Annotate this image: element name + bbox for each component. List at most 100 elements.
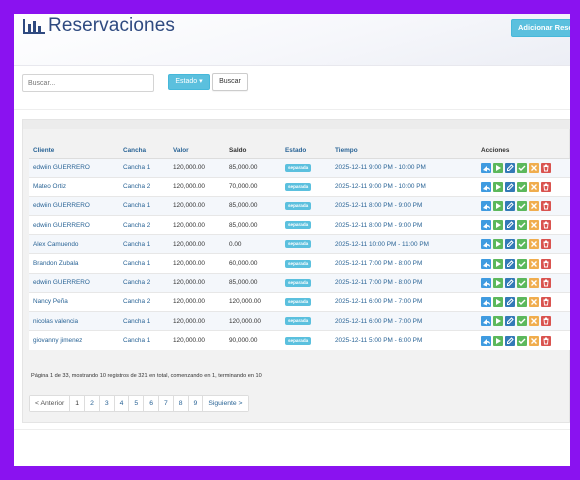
share-action-button[interactable] — [481, 296, 491, 307]
close-action-button[interactable] — [529, 335, 539, 346]
pagination-page-8[interactable]: 8 — [172, 396, 188, 411]
client-name-link[interactable]: edwiin GUERRERO — [29, 215, 119, 235]
check-action-button[interactable] — [517, 239, 527, 250]
client-name-link[interactable]: nicolas valencia — [29, 310, 119, 331]
column-header-cancha[interactable]: Cancha — [119, 143, 169, 159]
play-action-button[interactable] — [493, 239, 503, 250]
trash-action-button[interactable] — [541, 239, 551, 250]
court-link[interactable]: Cancha 1 — [119, 195, 169, 216]
client-name-link[interactable]: Alex Camuendo — [29, 234, 119, 254]
close-action-button[interactable] — [529, 220, 539, 231]
client-name-link[interactable]: Nancy Peña — [29, 291, 119, 312]
court-link[interactable]: Cancha 2 — [119, 215, 169, 235]
share-action-button[interactable] — [481, 162, 491, 173]
play-action-button[interactable] — [493, 296, 503, 307]
pagination-page-4[interactable]: 4 — [113, 396, 129, 411]
trash-action-button[interactable] — [541, 258, 551, 269]
close-action-button[interactable] — [529, 200, 539, 211]
check-action-button[interactable] — [517, 200, 527, 211]
client-name-link[interactable]: giovanny jimenez — [29, 330, 119, 350]
court-link[interactable]: Cancha 1 — [119, 157, 169, 178]
time-link[interactable]: 2025-12-11 10:00 PM - 11:00 PM — [331, 234, 477, 254]
play-action-button[interactable] — [493, 200, 503, 211]
search-input[interactable] — [22, 74, 154, 92]
trash-action-button[interactable] — [541, 316, 551, 327]
trash-action-button[interactable] — [541, 200, 551, 211]
share-action-button[interactable] — [481, 258, 491, 269]
time-link[interactable]: 2025-12-11 7:00 PM - 8:00 PM — [331, 272, 477, 293]
edit-action-button[interactable] — [505, 181, 515, 192]
trash-action-button[interactable] — [541, 296, 551, 307]
edit-action-button[interactable] — [505, 200, 515, 211]
estado-filter-button[interactable]: Estado ▾ — [168, 74, 210, 90]
edit-action-button[interactable] — [505, 239, 515, 250]
close-action-button[interactable] — [529, 239, 539, 250]
check-action-button[interactable] — [517, 162, 527, 173]
share-action-button[interactable] — [481, 181, 491, 192]
search-button[interactable]: Buscar — [212, 73, 248, 91]
client-name-link[interactable]: Mateo Ortiz — [29, 176, 119, 197]
pagination-page-9[interactable]: 9 — [187, 396, 203, 411]
edit-action-button[interactable] — [505, 335, 515, 346]
close-action-button[interactable] — [529, 296, 539, 307]
trash-action-button[interactable] — [541, 277, 551, 288]
court-link[interactable]: Cancha 1 — [119, 310, 169, 331]
pagination-prev[interactable]: < Anterior — [30, 396, 70, 411]
pagination-next[interactable]: Siguiente > — [202, 396, 248, 411]
edit-action-button[interactable] — [505, 277, 515, 288]
check-action-button[interactable] — [517, 220, 527, 231]
trash-action-button[interactable] — [541, 220, 551, 231]
check-action-button[interactable] — [517, 258, 527, 269]
client-name-link[interactable]: edwiin GUERRERO — [29, 272, 119, 293]
close-action-button[interactable] — [529, 277, 539, 288]
play-action-button[interactable] — [493, 258, 503, 269]
play-action-button[interactable] — [493, 335, 503, 346]
check-action-button[interactable] — [517, 316, 527, 327]
client-name-link[interactable]: edwiin GUERRERO — [29, 195, 119, 216]
time-link[interactable]: 2025-12-11 9:00 PM - 10:00 PM — [331, 157, 477, 178]
court-link[interactable]: Cancha 1 — [119, 253, 169, 274]
time-link[interactable]: 2025-12-11 6:00 PM - 7:00 PM — [331, 291, 477, 312]
share-action-button[interactable] — [481, 220, 491, 231]
check-action-button[interactable] — [517, 277, 527, 288]
pagination-page-2[interactable]: 2 — [84, 396, 99, 411]
court-link[interactable]: Cancha 1 — [119, 330, 169, 350]
court-link[interactable]: Cancha 2 — [119, 176, 169, 197]
close-action-button[interactable] — [529, 181, 539, 192]
edit-action-button[interactable] — [505, 220, 515, 231]
close-action-button[interactable] — [529, 316, 539, 327]
column-header-cliente[interactable]: Cliente — [29, 143, 119, 159]
client-name-link[interactable]: edwiin GUERRERO — [29, 157, 119, 178]
trash-action-button[interactable] — [541, 335, 551, 346]
share-action-button[interactable] — [481, 200, 491, 211]
edit-action-button[interactable] — [505, 162, 515, 173]
pagination-page-3[interactable]: 3 — [98, 396, 114, 411]
play-action-button[interactable] — [493, 220, 503, 231]
check-action-button[interactable] — [517, 296, 527, 307]
edit-action-button[interactable] — [505, 296, 515, 307]
play-action-button[interactable] — [493, 277, 503, 288]
court-link[interactable]: Cancha 2 — [119, 272, 169, 293]
trash-action-button[interactable] — [541, 162, 551, 173]
court-link[interactable]: Cancha 2 — [119, 291, 169, 312]
pagination-page-1[interactable]: 1 — [69, 396, 85, 411]
play-action-button[interactable] — [493, 316, 503, 327]
add-reservation-button[interactable]: Adicionar Reservación — [511, 19, 570, 37]
court-link[interactable]: Cancha 1 — [119, 234, 169, 254]
check-action-button[interactable] — [517, 181, 527, 192]
share-action-button[interactable] — [481, 335, 491, 346]
close-action-button[interactable] — [529, 258, 539, 269]
pagination-page-7[interactable]: 7 — [157, 396, 173, 411]
column-header-tiempo[interactable]: Tiempo — [331, 143, 477, 159]
time-link[interactable]: 2025-12-11 6:00 PM - 7:00 PM — [331, 310, 477, 331]
check-action-button[interactable] — [517, 335, 527, 346]
play-action-button[interactable] — [493, 181, 503, 192]
close-action-button[interactable] — [529, 162, 539, 173]
column-header-estado[interactable]: Estado — [281, 143, 331, 159]
edit-action-button[interactable] — [505, 258, 515, 269]
edit-action-button[interactable] — [505, 316, 515, 327]
time-link[interactable]: 2025-12-11 5:00 PM - 6:00 PM — [331, 330, 477, 350]
column-header-valor[interactable]: Valor — [169, 143, 225, 159]
trash-action-button[interactable] — [541, 181, 551, 192]
time-link[interactable]: 2025-12-11 8:00 PM - 9:00 PM — [331, 195, 477, 216]
